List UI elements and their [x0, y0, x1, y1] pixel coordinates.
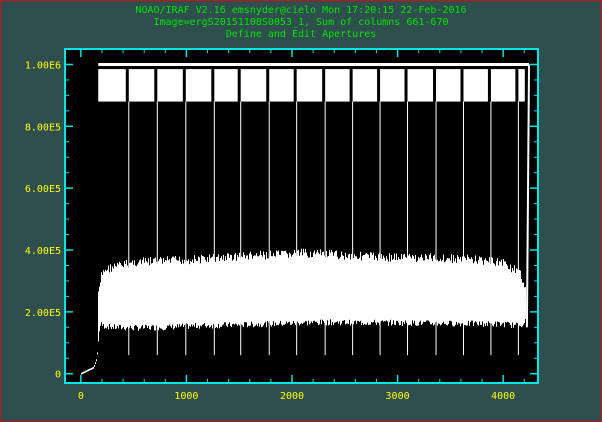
y-tick-label: 4.00E5 [25, 246, 61, 257]
x-tick-label: 2000 [280, 391, 304, 402]
y-tick-label: 8.00E5 [25, 122, 61, 133]
x-tick-label: 4000 [491, 391, 515, 402]
y-tick-label: 6.00E5 [25, 184, 61, 195]
x-tick-label: 0 [78, 391, 84, 402]
data-layer [65, 49, 538, 383]
y-tick-label: 2.00E5 [25, 308, 61, 319]
iraf-graphics-window: NOAO/IRAF V2.16 emsnyder@cielo Mon 17:20… [0, 0, 602, 422]
plot-canvas: 0 1000 2000 3000 4000 0 2.00E5 4.00E5 6.00E5 8.00… [25, 48, 539, 402]
y-tick-label: 1.00E6 [25, 60, 61, 71]
x-tick-label: 1000 [174, 391, 198, 402]
y-tick-label: 0 [55, 370, 61, 381]
x-tick-label: 3000 [386, 391, 410, 402]
